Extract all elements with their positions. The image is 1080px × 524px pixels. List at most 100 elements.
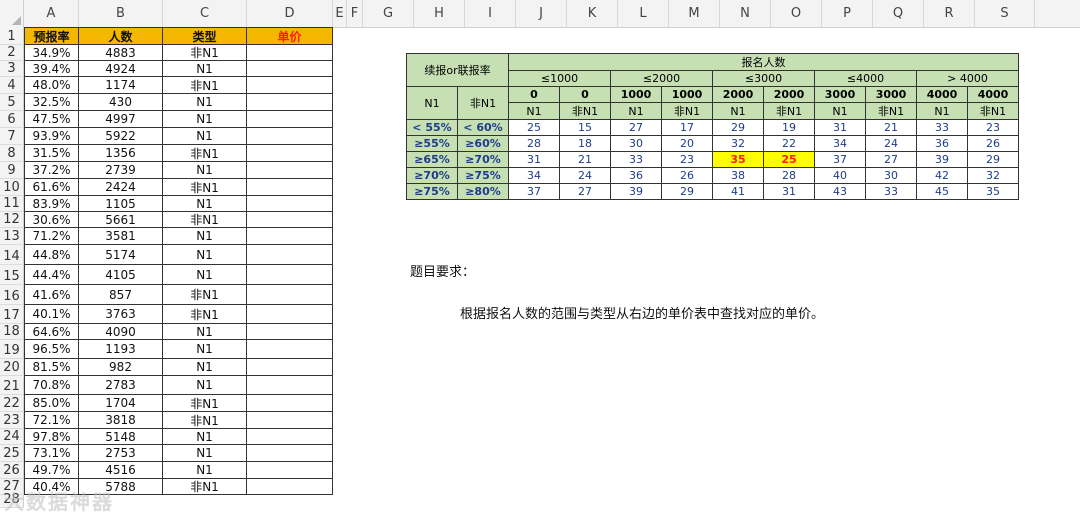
- data-cell[interactable]: N1: [163, 111, 247, 128]
- price-cell[interactable]: 30: [610, 135, 662, 152]
- column-header-p[interactable]: P: [822, 0, 873, 27]
- range-header[interactable]: > 4000: [916, 70, 1019, 87]
- column-header-f[interactable]: F: [347, 0, 363, 27]
- data-cell[interactable]: 非N1: [163, 45, 247, 61]
- price-input-cell[interactable]: [247, 228, 333, 245]
- data-cell[interactable]: 430: [79, 94, 163, 111]
- price-input-cell[interactable]: [247, 462, 333, 479]
- data-cell[interactable]: 5922: [79, 128, 163, 145]
- price-input-cell[interactable]: [247, 196, 333, 212]
- price-table-group-header[interactable]: 报名人数: [508, 53, 1019, 71]
- price-cell[interactable]: 39: [610, 183, 662, 200]
- price-input-cell[interactable]: [247, 179, 333, 196]
- price-input-cell[interactable]: [247, 128, 333, 145]
- column-header-g[interactable]: G: [363, 0, 414, 27]
- price-cell[interactable]: 21: [865, 119, 917, 136]
- type-cell[interactable]: 非N1: [763, 102, 815, 120]
- row-number[interactable]: 25: [0, 445, 24, 462]
- row-header-non-n1[interactable]: 非N1: [457, 86, 509, 120]
- data-cell[interactable]: 37.2%: [24, 162, 79, 179]
- data-cell[interactable]: 982: [79, 359, 163, 376]
- data-cell[interactable]: 非N1: [163, 305, 247, 324]
- price-cell[interactable]: 26: [967, 135, 1019, 152]
- threshold-cell[interactable]: 1000: [661, 86, 713, 103]
- rate-band-n1[interactable]: ≥70%: [406, 167, 458, 184]
- range-header[interactable]: ≤3000: [712, 70, 815, 87]
- rate-band-non-n1[interactable]: ≥60%: [457, 135, 509, 152]
- data-cell[interactable]: 2783: [79, 376, 163, 395]
- rate-band-non-n1[interactable]: < 60%: [457, 119, 509, 136]
- price-cell[interactable]: 34: [508, 167, 560, 184]
- rate-band-n1[interactable]: < 55%: [406, 119, 458, 136]
- data-cell[interactable]: 73.1%: [24, 445, 79, 462]
- rate-band-n1[interactable]: ≥65%: [406, 151, 458, 168]
- row-number[interactable]: 24: [0, 429, 24, 445]
- price-table-corner[interactable]: 续报or联报率: [406, 53, 509, 87]
- data-cell[interactable]: N1: [163, 359, 247, 376]
- column-header-c[interactable]: C: [163, 0, 247, 27]
- type-cell[interactable]: N1: [508, 102, 560, 120]
- row-number[interactable]: 14: [0, 245, 24, 265]
- price-cell[interactable]: 27: [559, 183, 611, 200]
- price-cell[interactable]: 18: [559, 135, 611, 152]
- price-input-cell[interactable]: [247, 479, 333, 495]
- range-header[interactable]: ≤4000: [814, 70, 917, 87]
- data-cell[interactable]: 非N1: [163, 212, 247, 228]
- rate-band-non-n1[interactable]: ≥70%: [457, 151, 509, 168]
- price-cell[interactable]: 41: [712, 183, 764, 200]
- data-cell[interactable]: 96.5%: [24, 340, 79, 359]
- threshold-cell[interactable]: 4000: [967, 86, 1019, 103]
- rate-band-non-n1[interactable]: ≥75%: [457, 167, 509, 184]
- data-cell[interactable]: N1: [163, 196, 247, 212]
- data-cell[interactable]: 72.1%: [24, 412, 79, 429]
- data-cell[interactable]: 93.9%: [24, 128, 79, 145]
- data-cell[interactable]: 1174: [79, 77, 163, 94]
- column-header-d[interactable]: D: [247, 0, 333, 27]
- price-cell[interactable]: 24: [559, 167, 611, 184]
- price-cell[interactable]: 29: [967, 151, 1019, 168]
- highlighted-price-cell[interactable]: 35: [712, 151, 764, 168]
- price-input-cell[interactable]: [247, 395, 333, 412]
- price-cell[interactable]: 45: [916, 183, 968, 200]
- data-cell[interactable]: 2753: [79, 445, 163, 462]
- rate-band-non-n1[interactable]: ≥80%: [457, 183, 509, 200]
- header-cell[interactable]: 类型: [163, 27, 247, 45]
- price-input-cell[interactable]: [247, 245, 333, 265]
- data-cell[interactable]: 2424: [79, 179, 163, 196]
- price-cell[interactable]: 15: [559, 119, 611, 136]
- data-cell[interactable]: 1356: [79, 145, 163, 162]
- threshold-cell[interactable]: 3000: [865, 86, 917, 103]
- data-cell[interactable]: 39.4%: [24, 61, 79, 77]
- price-cell[interactable]: 19: [763, 119, 815, 136]
- data-cell[interactable]: 非N1: [163, 412, 247, 429]
- price-cell[interactable]: 42: [916, 167, 968, 184]
- data-cell[interactable]: 34.9%: [24, 45, 79, 61]
- price-cell[interactable]: 35: [967, 183, 1019, 200]
- price-cell[interactable]: 38: [712, 167, 764, 184]
- price-input-cell[interactable]: [247, 324, 333, 340]
- price-cell[interactable]: 32: [712, 135, 764, 152]
- threshold-cell[interactable]: 3000: [814, 86, 866, 103]
- threshold-cell[interactable]: 0: [508, 86, 560, 103]
- price-input-cell[interactable]: [247, 359, 333, 376]
- column-header-n[interactable]: N: [720, 0, 771, 27]
- row-number[interactable]: 10: [0, 179, 24, 196]
- row-number[interactable]: 6: [0, 111, 24, 128]
- data-cell[interactable]: 5148: [79, 429, 163, 445]
- price-cell[interactable]: 31: [814, 119, 866, 136]
- data-cell[interactable]: N1: [163, 228, 247, 245]
- row-number[interactable]: 1: [0, 27, 24, 45]
- column-header-s[interactable]: S: [975, 0, 1035, 27]
- price-input-cell[interactable]: [247, 94, 333, 111]
- type-cell[interactable]: N1: [712, 102, 764, 120]
- data-cell[interactable]: 85.0%: [24, 395, 79, 412]
- data-cell[interactable]: 1105: [79, 196, 163, 212]
- data-cell[interactable]: 40.1%: [24, 305, 79, 324]
- row-number[interactable]: 5: [0, 94, 24, 111]
- data-cell[interactable]: 5661: [79, 212, 163, 228]
- data-cell[interactable]: 44.4%: [24, 265, 79, 285]
- column-header-r[interactable]: R: [924, 0, 975, 27]
- price-input-cell[interactable]: [247, 162, 333, 179]
- data-cell[interactable]: 49.7%: [24, 462, 79, 479]
- row-number[interactable]: 23: [0, 412, 24, 429]
